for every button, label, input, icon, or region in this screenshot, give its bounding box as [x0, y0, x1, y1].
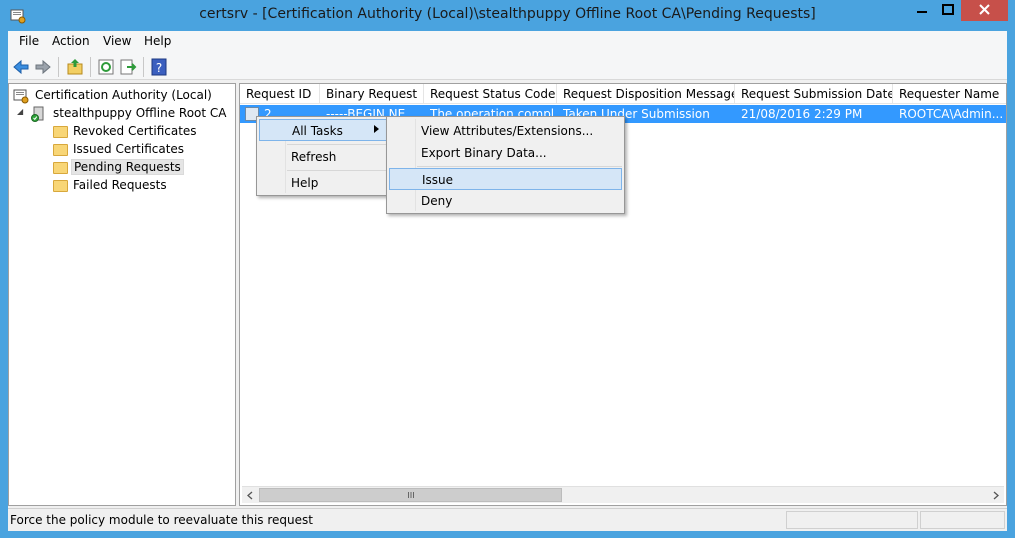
column-header-submission-date[interactable]: Request Submission Date: [735, 84, 893, 104]
list-header: Request ID Binary Request Request Status…: [240, 84, 1006, 104]
horizontal-scrollbar[interactable]: [242, 486, 1004, 503]
tree-root-node[interactable]: Certification Authority (Local): [13, 87, 233, 105]
scroll-right-button[interactable]: [987, 487, 1004, 504]
menu-view[interactable]: View: [100, 34, 134, 48]
title-bar[interactable]: certsrv - [Certification Authority (Loca…: [0, 0, 1015, 31]
back-arrow-icon[interactable]: [11, 57, 31, 77]
toolbar-separator: [90, 57, 91, 77]
cell-requester-name: ROOTCA\Admin...: [899, 107, 1004, 121]
scrollbar-thumb[interactable]: [259, 488, 562, 502]
menu-item-all-tasks[interactable]: All Tasks: [259, 119, 387, 141]
tree-item-failed-requests[interactable]: Failed Requests: [53, 177, 233, 195]
menu-item-deny[interactable]: Deny: [389, 190, 622, 212]
menu-separator: [287, 144, 387, 145]
folder-icon: [53, 126, 68, 138]
close-icon: [979, 4, 990, 15]
status-bar: Force the policy module to reevaluate th…: [8, 508, 1007, 531]
tree-root-label: Certification Authority (Local): [35, 88, 212, 102]
folder-icon: [53, 144, 68, 156]
grip-icon: [407, 492, 414, 498]
client-area: File Action View Help ? Certification Au…: [8, 31, 1007, 531]
menu-action[interactable]: Action: [49, 34, 93, 48]
tree-item-label: Pending Requests: [71, 159, 184, 175]
toolbar: ?: [8, 53, 1007, 80]
submenu-arrow-icon: [374, 125, 379, 133]
chevron-left-icon: [247, 491, 253, 500]
tree-item-revoked-certificates[interactable]: Revoked Certificates: [53, 123, 233, 141]
menu-bar: File Action View Help: [8, 31, 1007, 53]
menu-item-issue[interactable]: Issue: [389, 168, 622, 190]
menu-file[interactable]: File: [16, 34, 42, 48]
menu-item-help[interactable]: Help: [259, 172, 387, 194]
menu-help[interactable]: Help: [141, 34, 174, 48]
svg-text:?: ?: [156, 61, 162, 75]
cell-submission-date: 21/08/2016 2:29 PM: [741, 107, 863, 121]
menu-item-label: All Tasks: [292, 124, 343, 138]
expand-toggle-icon[interactable]: ◢: [17, 107, 23, 116]
menu-item-label: Export Binary Data...: [421, 146, 547, 160]
menu-item-label: View Attributes/Extensions...: [421, 124, 594, 138]
forward-arrow-icon[interactable]: [33, 57, 53, 77]
tree-item-pending-requests[interactable]: Pending Requests: [53, 159, 233, 177]
maximize-icon: [942, 4, 954, 15]
tree-ca-label: stealthpuppy Offline Root CA: [53, 106, 227, 120]
toolbar-separator: [58, 57, 59, 77]
menu-separator: [287, 170, 387, 171]
status-panel: [920, 511, 1005, 529]
console-tree: Certification Authority (Local) ◢ stealt…: [8, 83, 236, 506]
status-panel: [786, 511, 918, 529]
folder-icon: [53, 180, 68, 192]
minimize-icon: [917, 11, 927, 13]
column-header-requester-name[interactable]: Requester Name: [893, 84, 1006, 104]
column-header-binary-request[interactable]: Binary Request: [320, 84, 424, 104]
tree-item-label: Failed Requests: [73, 178, 167, 192]
context-menu: All Tasks Refresh Help: [256, 116, 390, 196]
menu-item-view-attributes[interactable]: View Attributes/Extensions...: [389, 120, 622, 142]
chevron-right-icon: [993, 491, 999, 500]
tree-item-label: Revoked Certificates: [73, 124, 197, 138]
status-text: Force the policy module to reevaluate th…: [10, 513, 313, 527]
column-header-request-id[interactable]: Request ID: [240, 84, 320, 104]
certification-authority-icon: [13, 89, 29, 104]
menu-item-label: Issue: [422, 173, 454, 187]
all-tasks-submenu: View Attributes/Extensions... Export Bin…: [386, 116, 625, 214]
menu-item-refresh[interactable]: Refresh: [259, 146, 387, 168]
help-icon[interactable]: ?: [149, 57, 169, 77]
export-list-icon[interactable]: [118, 57, 138, 77]
folder-icon: [53, 162, 68, 174]
app-window: certsrv - [Certification Authority (Loca…: [0, 0, 1015, 538]
close-button[interactable]: [961, 0, 1008, 21]
menu-item-label: Help: [291, 176, 319, 190]
refresh-icon[interactable]: [96, 57, 116, 77]
tree-item-issued-certificates[interactable]: Issued Certificates: [53, 141, 233, 159]
toolbar-separator: [143, 57, 144, 77]
menu-item-export-binary-data[interactable]: Export Binary Data...: [389, 142, 622, 164]
window-title: certsrv - [Certification Authority (Loca…: [199, 6, 816, 22]
column-header-disposition[interactable]: Request Disposition Message: [557, 84, 735, 104]
column-header-status-code[interactable]: Request Status Code: [424, 84, 557, 104]
minimize-button[interactable]: [909, 0, 935, 21]
maximize-button[interactable]: [935, 0, 961, 21]
menu-separator: [417, 166, 622, 167]
menu-item-label: Refresh: [291, 150, 337, 164]
menu-item-label: Deny: [421, 194, 453, 208]
scroll-left-button[interactable]: [242, 487, 259, 504]
tree-ca-node[interactable]: ◢ stealthpuppy Offline Root CA: [17, 105, 233, 123]
tree-item-label: Issued Certificates: [73, 142, 185, 156]
up-folder-icon[interactable]: [65, 57, 85, 77]
ca-server-icon: [31, 106, 44, 122]
